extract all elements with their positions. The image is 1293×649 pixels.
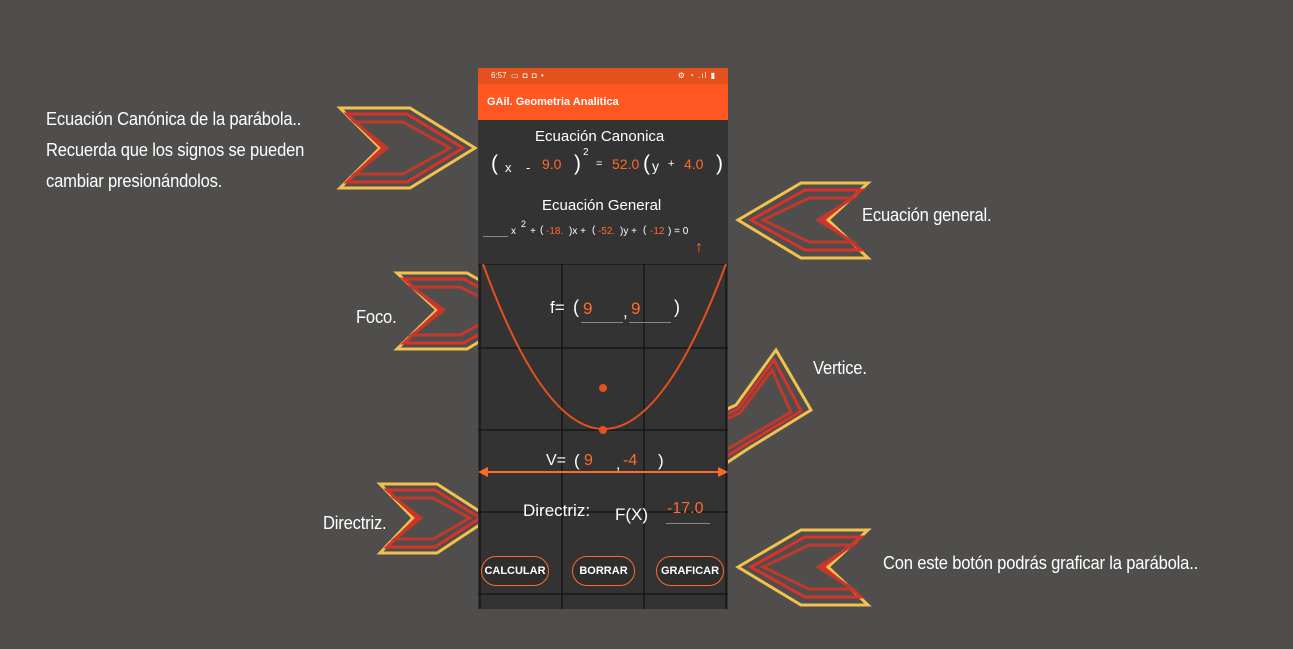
- canonical-k-field[interactable]: 4.0: [684, 156, 703, 172]
- canonical-equals: =: [596, 158, 603, 170]
- general-arrow-up-icon: ↑: [695, 239, 703, 256]
- canonical-h-field[interactable]: 9.0: [542, 156, 561, 172]
- general-annotation: Ecuación general.: [862, 205, 992, 225]
- vertex-x-field[interactable]: 9: [584, 452, 593, 470]
- canonical-close-paren: ): [574, 152, 581, 175]
- general-plus: +: [530, 226, 536, 237]
- canonical-open-paren: (: [491, 152, 498, 175]
- notification-icons: ▭ ◘ ◘ •: [511, 71, 545, 80]
- general-paren-f: (: [643, 225, 647, 236]
- canonical-close-paren-2: ): [716, 152, 723, 175]
- general-arrow-icon: [735, 181, 872, 260]
- canonical-p-field[interactable]: 52.0: [612, 156, 639, 172]
- focus-comma: ,: [623, 302, 628, 321]
- focus-open-paren: (: [573, 297, 579, 317]
- graph-button-annotation: Con este botón podrás graficar la parábo…: [883, 553, 1199, 573]
- canonical-annotation-line-1: Ecuación Canónica de la parábola..: [46, 109, 302, 129]
- directrix-fx: F(X): [615, 505, 649, 524]
- general-exponent: 2: [521, 219, 527, 229]
- canonical-annotation: Ecuación Canónica de la parábola.. Recue…: [46, 104, 304, 197]
- canonical-open-paren-2: (: [643, 152, 650, 175]
- canonical-annotation-line-3: cambiar presionándolos.: [46, 171, 223, 191]
- focus-close-paren: ): [674, 297, 680, 317]
- canonical-sign-y[interactable]: +: [668, 158, 674, 170]
- general-f-field[interactable]: -12: [650, 226, 664, 237]
- focus-label: f=: [550, 298, 565, 317]
- general-title: Ecuación General: [542, 197, 662, 214]
- canonical-exponent: 2: [583, 147, 589, 158]
- canonical-title: Ecuación Canonica: [535, 128, 665, 145]
- canonical-arrow-icon: [336, 106, 478, 190]
- general-y-suffix: )y +: [620, 226, 637, 237]
- general-paren-d: (: [540, 225, 544, 236]
- general-x-suffix: )x +: [569, 226, 586, 237]
- general-x: x: [511, 226, 516, 237]
- status-bar: 6:57 ▭ ◘ ◘ • ⚙ ◔ .ıl ▮: [478, 68, 728, 84]
- focus-y-field[interactable]: 9: [631, 299, 640, 319]
- general-tail: ) = 0: [668, 226, 689, 237]
- phone-screen: 6:57 ▭ ◘ ◘ • ⚙ ◔ .ıl ▮ GAil. Geometria A…: [478, 68, 728, 609]
- calculate-button[interactable]: CALCULAR: [481, 556, 549, 586]
- vertex-point: [599, 426, 607, 434]
- canonical-annotation-line-2: Recuerda que los signos se pueden: [46, 140, 305, 160]
- focus-x-field[interactable]: 9: [583, 299, 592, 319]
- general-d-field[interactable]: -18.: [546, 226, 563, 237]
- vertex-close-paren: ): [658, 451, 664, 470]
- general-paren-e: (: [592, 225, 596, 236]
- vertex-y-field[interactable]: -4: [623, 452, 637, 470]
- app-bar: GAil. Geometria Analitica: [478, 84, 728, 120]
- vertex-comma: ,: [616, 456, 621, 473]
- status-time: 6:57: [491, 71, 507, 80]
- canonical-x: x: [505, 160, 512, 175]
- canonical-sign-x[interactable]: -: [526, 160, 530, 175]
- app-title: GAil. Geometria Analitica: [487, 96, 619, 108]
- vertex-label: V=: [546, 452, 567, 469]
- vertex-annotation: Vertice.: [813, 358, 867, 378]
- focus-point: [599, 384, 607, 392]
- system-status-icons: ⚙ ◔ .ıl ▮: [677, 71, 716, 80]
- directrix-arrow-icon: [376, 482, 493, 555]
- directrix-label: Directriz:: [523, 501, 591, 520]
- vertex-open-paren: (: [574, 451, 580, 470]
- directrix-value-field[interactable]: -17.0: [667, 500, 709, 518]
- clear-button[interactable]: BORRAR: [572, 556, 635, 586]
- graph-button-arrow-icon: [735, 528, 872, 607]
- general-e-field[interactable]: -52.: [598, 226, 615, 237]
- parabola-curve: [482, 264, 727, 430]
- canonical-y: y: [652, 158, 659, 174]
- focus-annotation: Foco.: [356, 307, 397, 327]
- graph-button[interactable]: GRAFICAR: [656, 556, 724, 586]
